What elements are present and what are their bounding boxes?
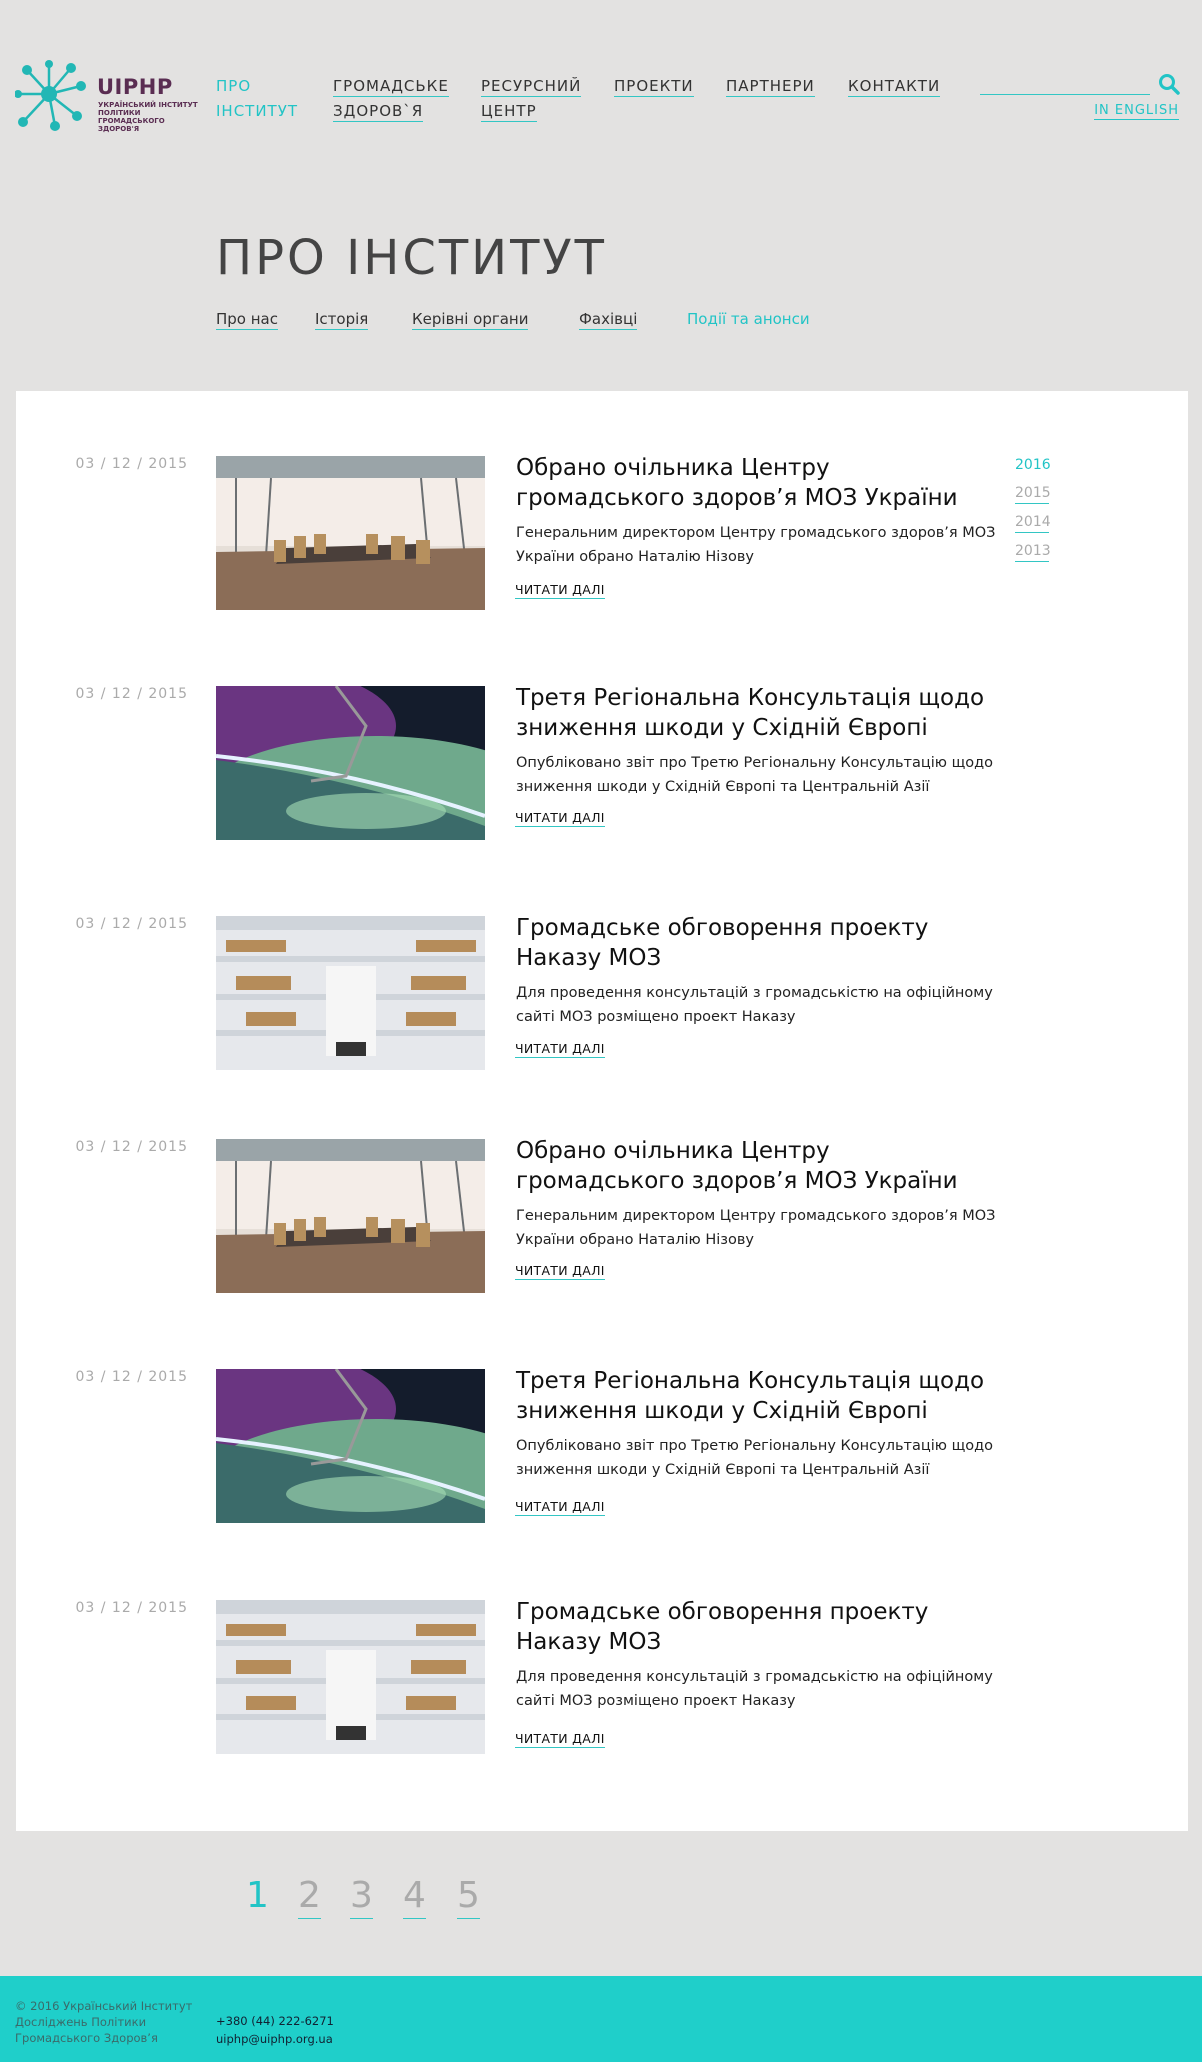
news-item: 03 / 12 / 2015 Громадське обговорення пр… [16, 1535, 1188, 1754]
news-title[interactable]: Третя Регіональна Консультація щодо зниж… [516, 1366, 996, 1426]
nav-item-public-health-line2: ЗДОРОВ`Я [333, 102, 424, 122]
news-title[interactable]: Третя Регіональна Консультація щодо зниж… [516, 683, 996, 743]
nav-item-contacts[interactable]: КОНТАКТИ [848, 74, 941, 99]
news-image-library[interactable] [216, 916, 485, 1070]
logo-subtitle: УКРАЇНСЬКИЙ ІНСТИТУТ ПОЛІТИКИ ГРОМАДСЬКО… [98, 101, 198, 133]
nav-item-projects-label: ПРОЕКТИ [614, 77, 694, 97]
site-logo[interactable]: UIPHP УКРАЇНСЬКИЙ ІНСТИТУТ ПОЛІТИКИ ГРОМ… [15, 60, 198, 133]
subnav-item-governing-bodies[interactable]: Керівні органи [412, 309, 529, 330]
news-date: 03 / 12 / 2015 [75, 916, 188, 932]
subnav-item-history[interactable]: Історія [315, 309, 369, 330]
read-more-link[interactable]: ЧИТАТИ ДАЛІ [515, 1263, 605, 1280]
news-title[interactable]: Громадське обговорення проекту Наказу МО… [516, 913, 996, 973]
search-underline [980, 94, 1150, 95]
news-date: 03 / 12 / 2015 [75, 1600, 188, 1616]
nav-item-resource-center-line2: ЦЕНТР [481, 102, 537, 122]
news-item: 03 / 12 / 2015 Третя Регіональна Консуль… [16, 1304, 1188, 1523]
footer-email-link[interactable]: uiphp@uiphp.org.ua [216, 2032, 333, 2046]
news-description: Для проведення консультацій з громадські… [516, 985, 993, 1025]
news-image-conference-room[interactable] [216, 1139, 485, 1293]
page-link-1[interactable]: 1 [246, 1874, 269, 1918]
read-more-link[interactable]: ЧИТАТИ ДАЛІ [515, 582, 605, 599]
news-date: 03 / 12 / 2015 [75, 1139, 188, 1155]
footer-copyright: © 2016 Український Інститут Досліджень П… [15, 1999, 193, 2045]
molecule-logo-icon [15, 60, 86, 131]
news-image-earth-aurora[interactable] [216, 1369, 485, 1523]
news-date: 03 / 12 / 2015 [75, 686, 188, 702]
page-link-4[interactable]: 4 [403, 1874, 426, 1919]
news-title[interactable]: Обрано очільника Центру громадського здо… [516, 453, 996, 513]
read-more-link[interactable]: ЧИТАТИ ДАЛІ [515, 810, 605, 827]
news-title[interactable]: Громадське обговорення проекту Наказу МО… [516, 1597, 996, 1657]
page-link-2[interactable]: 2 [298, 1874, 321, 1919]
page-title: ПРО ІНСТИТУТ [216, 230, 607, 286]
nav-item-partners-label: ПАРТНЕРИ [726, 77, 815, 97]
news-item: 03 / 12 / 2015 Обрано очільника Центру г… [16, 391, 1188, 610]
news-image-conference-room[interactable] [216, 456, 485, 610]
footer-phone-link[interactable]: +380 (44) 222-6271 [216, 2014, 334, 2028]
nav-item-resource-center-line1: РЕСУРСНИЙ [481, 77, 582, 97]
news-item: 03 / 12 / 2015 Третя Регіональна Консуль… [16, 621, 1188, 840]
nav-item-contacts-label: КОНТАКТИ [848, 77, 941, 97]
search-input[interactable] [980, 70, 1150, 94]
nav-item-about-line2: ІНСТИТУТ [216, 102, 299, 120]
news-description: Для проведення консультацій з громадські… [516, 1669, 993, 1709]
news-date: 03 / 12 / 2015 [75, 1369, 188, 1385]
nav-item-public-health-line1: ГРОМАДСЬКЕ [333, 77, 449, 97]
search-icon[interactable] [1158, 73, 1180, 95]
news-description: Опубліковано звіт про Третю Регіональну … [516, 755, 993, 795]
page-link-3[interactable]: 3 [350, 1874, 373, 1919]
nav-item-about-line1: ПРО [216, 77, 252, 95]
nav-item-about[interactable]: ПРО ІНСТИТУТ [216, 74, 298, 124]
news-image-earth-aurora[interactable] [216, 686, 485, 840]
news-description: Генеральним директором Центру громадсько… [516, 525, 996, 565]
subnav-item-experts[interactable]: Фахівці [579, 309, 638, 330]
news-item: 03 / 12 / 2015 Обрано очільника Центру г… [16, 1074, 1188, 1293]
read-more-link[interactable]: ЧИТАТИ ДАЛІ [515, 1499, 605, 1516]
nav-item-partners[interactable]: ПАРТНЕРИ [726, 74, 815, 99]
nav-item-public-health[interactable]: ГРОМАДСЬКЕ ЗДОРОВ`Я [333, 74, 449, 124]
news-description: Опубліковано звіт про Третю Регіональну … [516, 1438, 993, 1478]
logo-name: UIPHP [97, 75, 173, 99]
news-description: Генеральним директором Центру громадсько… [516, 1208, 996, 1248]
subnav-item-events[interactable]: Події та анонси [687, 309, 810, 329]
news-date: 03 / 12 / 2015 [75, 456, 188, 472]
read-more-link[interactable]: ЧИТАТИ ДАЛІ [515, 1731, 605, 1748]
page-link-5[interactable]: 5 [457, 1874, 480, 1919]
news-title[interactable]: Обрано очільника Центру громадського здо… [516, 1136, 996, 1196]
read-more-link[interactable]: ЧИТАТИ ДАЛІ [515, 1041, 605, 1058]
subnav-item-about-us[interactable]: Про нас [216, 309, 278, 330]
nav-item-projects[interactable]: ПРОЕКТИ [614, 74, 694, 99]
site-footer: © 2016 Український Інститут Досліджень П… [0, 1976, 1202, 2062]
news-image-library[interactable] [216, 1600, 485, 1754]
language-switch-link[interactable]: IN ENGLISH [1094, 103, 1179, 120]
news-item: 03 / 12 / 2015 Громадське обговорення пр… [16, 851, 1188, 1070]
news-panel: 2016 2015 2014 2013 03 / 12 / 2015 Обран… [16, 391, 1188, 1831]
nav-item-resource-center[interactable]: РЕСУРСНИЙ ЦЕНТР [481, 74, 582, 124]
